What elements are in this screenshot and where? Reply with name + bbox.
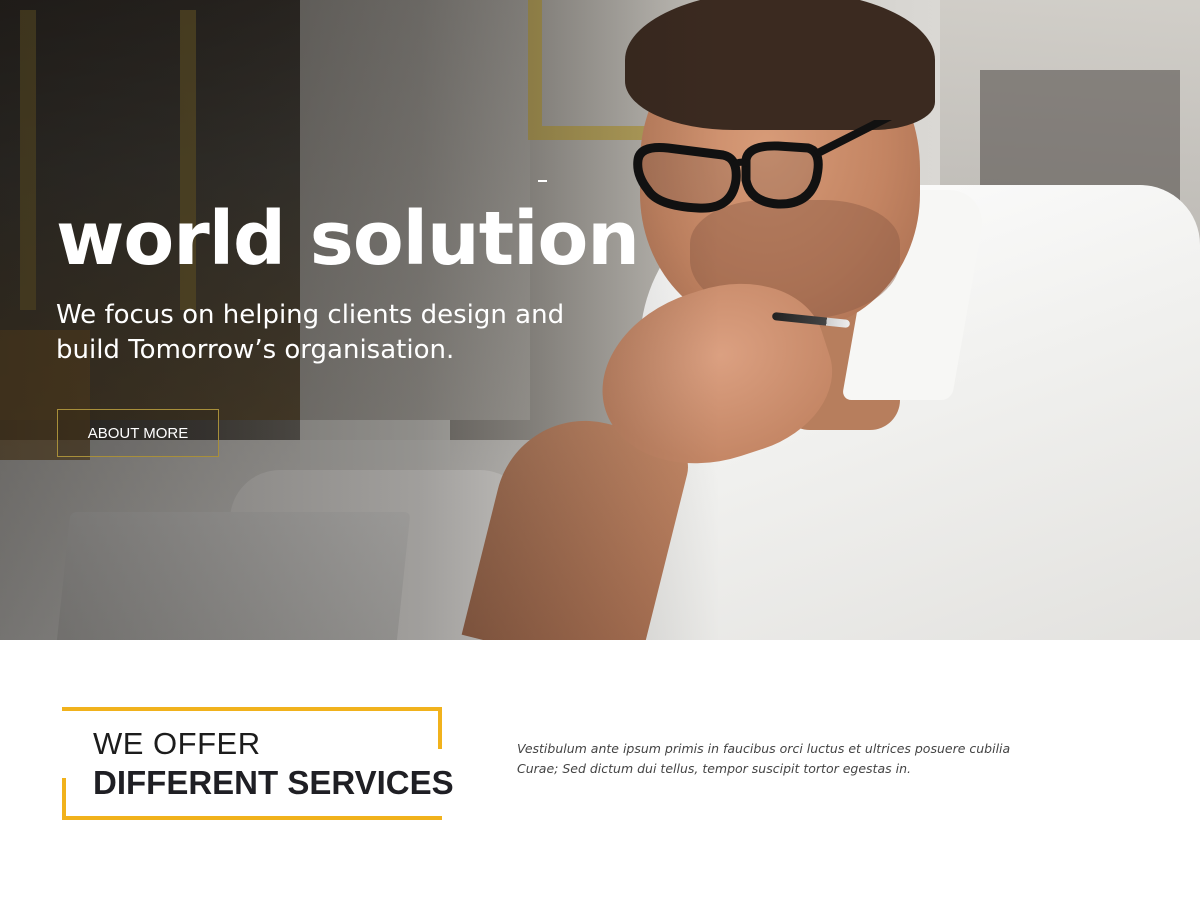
frame-line xyxy=(62,707,442,711)
hero-banner: world solution We focus on helping clien… xyxy=(0,0,1200,640)
frame-line xyxy=(62,816,442,820)
services-description: Vestibulum ante ipsum primis in faucibus… xyxy=(517,741,1011,776)
services-heading-line2: DIFFERENT SERVICES xyxy=(93,764,454,801)
hero-title: world solution xyxy=(56,196,640,282)
about-more-button[interactable]: ABOUT MORE xyxy=(57,409,219,457)
frame-line xyxy=(62,778,66,820)
hero-subtitle: We focus on helping clients design and b… xyxy=(56,300,565,365)
slider-indicator[interactable] xyxy=(538,180,547,182)
frame-line xyxy=(438,707,442,749)
services-heading-line1: WE OFFER xyxy=(93,726,261,761)
